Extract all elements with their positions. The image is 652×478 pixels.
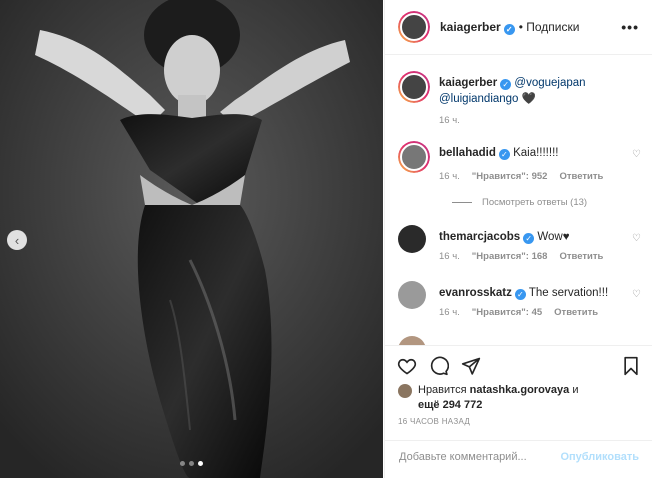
post-timestamp[interactable]: 16 ЧАСОВ НАЗАД [398, 417, 470, 426]
verified-badge-icon: ✓ [523, 233, 535, 244]
comment-text: bellahadid ✓ Kaia!!!!!!! [439, 147, 559, 160]
mention-link[interactable]: @voguejapan [514, 77, 585, 89]
likes-count[interactable]: ещё 294 772 [418, 399, 482, 411]
likes-summary[interactable]: Нравится natashka.gorovaya и ещё 294 772 [398, 383, 638, 413]
comment-meta: 16 ч. "Нравится": 168 Ответить [439, 251, 604, 262]
commenter-avatar[interactable] [398, 281, 426, 309]
verified-badge-icon: ✓ [514, 289, 526, 300]
view-replies-button[interactable]: Посмотреть ответы (13) [452, 197, 587, 208]
author-avatar[interactable] [398, 71, 430, 103]
post-header: kaiagerber ✓ • Подписки ••• [385, 0, 652, 55]
add-comment-bar: Опубликовать [385, 440, 652, 478]
caption-meta: 16 ч. [439, 115, 460, 126]
share-send-icon[interactable] [461, 356, 481, 381]
post-actions [385, 345, 652, 385]
bookmark-icon[interactable] [621, 356, 641, 381]
liker-username[interactable]: natashka.gorovaya [470, 384, 570, 396]
commenter-avatar[interactable] [398, 336, 426, 345]
commenter-username[interactable]: themarcjacobs [439, 231, 520, 243]
like-heart-icon[interactable] [397, 356, 417, 381]
commenter-avatar[interactable] [398, 141, 430, 173]
reply-button[interactable]: Ответить [559, 171, 603, 182]
comments-list[interactable]: kaiagerber ✓ @voguejapan @luigiandiango 🖤… [385, 56, 652, 345]
reply-button[interactable]: Ответить [554, 307, 598, 318]
comment-likes[interactable]: "Нравится": 168 [472, 251, 548, 262]
mention-link[interactable]: @luigiandiango [439, 93, 518, 105]
likes-text: Нравится natashka.gorovaya и ещё 294 772 [418, 384, 579, 411]
follow-status[interactable]: • Подписки [519, 20, 580, 34]
commenter-avatar[interactable] [398, 225, 426, 253]
verified-badge-icon: ✓ [498, 149, 510, 160]
caption-text: kaiagerber ✓ @voguejapan @luigiandiango 🖤 [439, 75, 619, 107]
verified-badge-icon: ✓ [500, 79, 512, 90]
slide-dot [189, 461, 194, 466]
chevron-left-icon: ‹ [14, 232, 20, 248]
comment-text: themarcjacobs ✓ Wow♥ [439, 231, 570, 244]
slide-indicator [180, 461, 203, 466]
more-options-icon[interactable]: ••• [621, 19, 639, 35]
caption: kaiagerber ✓ @voguejapan @luigiandiango 🖤… [398, 71, 643, 131]
publish-button[interactable]: Опубликовать [560, 451, 639, 463]
comment-item: themarcjacobs ✓ Wow♥ 16 ч. "Нравится": 16… [398, 225, 643, 270]
heart-outline-icon[interactable]: ♡ [632, 149, 641, 160]
verified-badge-icon: ✓ [503, 23, 515, 35]
heart-outline-icon[interactable]: ♡ [632, 233, 641, 244]
comment-item: evanrosskatz ✓ The servation!!! 16 ч. "Нр… [398, 281, 643, 326]
comment-text: evanrosskatz ✓ The servation!!! [439, 287, 609, 300]
previous-slide-button[interactable]: ‹ [7, 230, 27, 250]
caption-username[interactable]: kaiagerber [439, 77, 497, 89]
photo-image [0, 0, 383, 478]
author-avatar[interactable] [398, 11, 430, 43]
slide-dot-active [198, 461, 203, 466]
comment-likes[interactable]: "Нравится": 45 [472, 307, 542, 318]
liker-avatar [398, 384, 412, 398]
comment-input[interactable] [397, 450, 541, 464]
comment-item-partial [398, 336, 643, 345]
comment-meta: 16 ч. "Нравится": 45 Ответить [439, 307, 599, 318]
commenter-username[interactable]: bellahadid [439, 147, 496, 159]
author-username[interactable]: kaiagerber ✓ [440, 20, 515, 35]
heart-outline-icon[interactable]: ♡ [632, 289, 641, 300]
comment-item: bellahadid ✓ Kaia!!!!!!! 16 ч. "Нравится"… [398, 141, 643, 211]
black-heart-emoji: 🖤 [521, 93, 536, 105]
comment-likes[interactable]: "Нравится": 952 [472, 171, 548, 182]
post-photo[interactable]: ‹ [0, 0, 383, 478]
slide-dot [180, 461, 185, 466]
post-side-panel: kaiagerber ✓ • Подписки ••• kaiagerber ✓ @… [384, 0, 652, 478]
commenter-username[interactable]: evanrosskatz [439, 287, 512, 299]
reply-button[interactable]: Ответить [559, 251, 603, 262]
comment-meta: 16 ч. "Нравится": 952 Ответить [439, 171, 604, 182]
comment-icon[interactable] [429, 356, 450, 381]
